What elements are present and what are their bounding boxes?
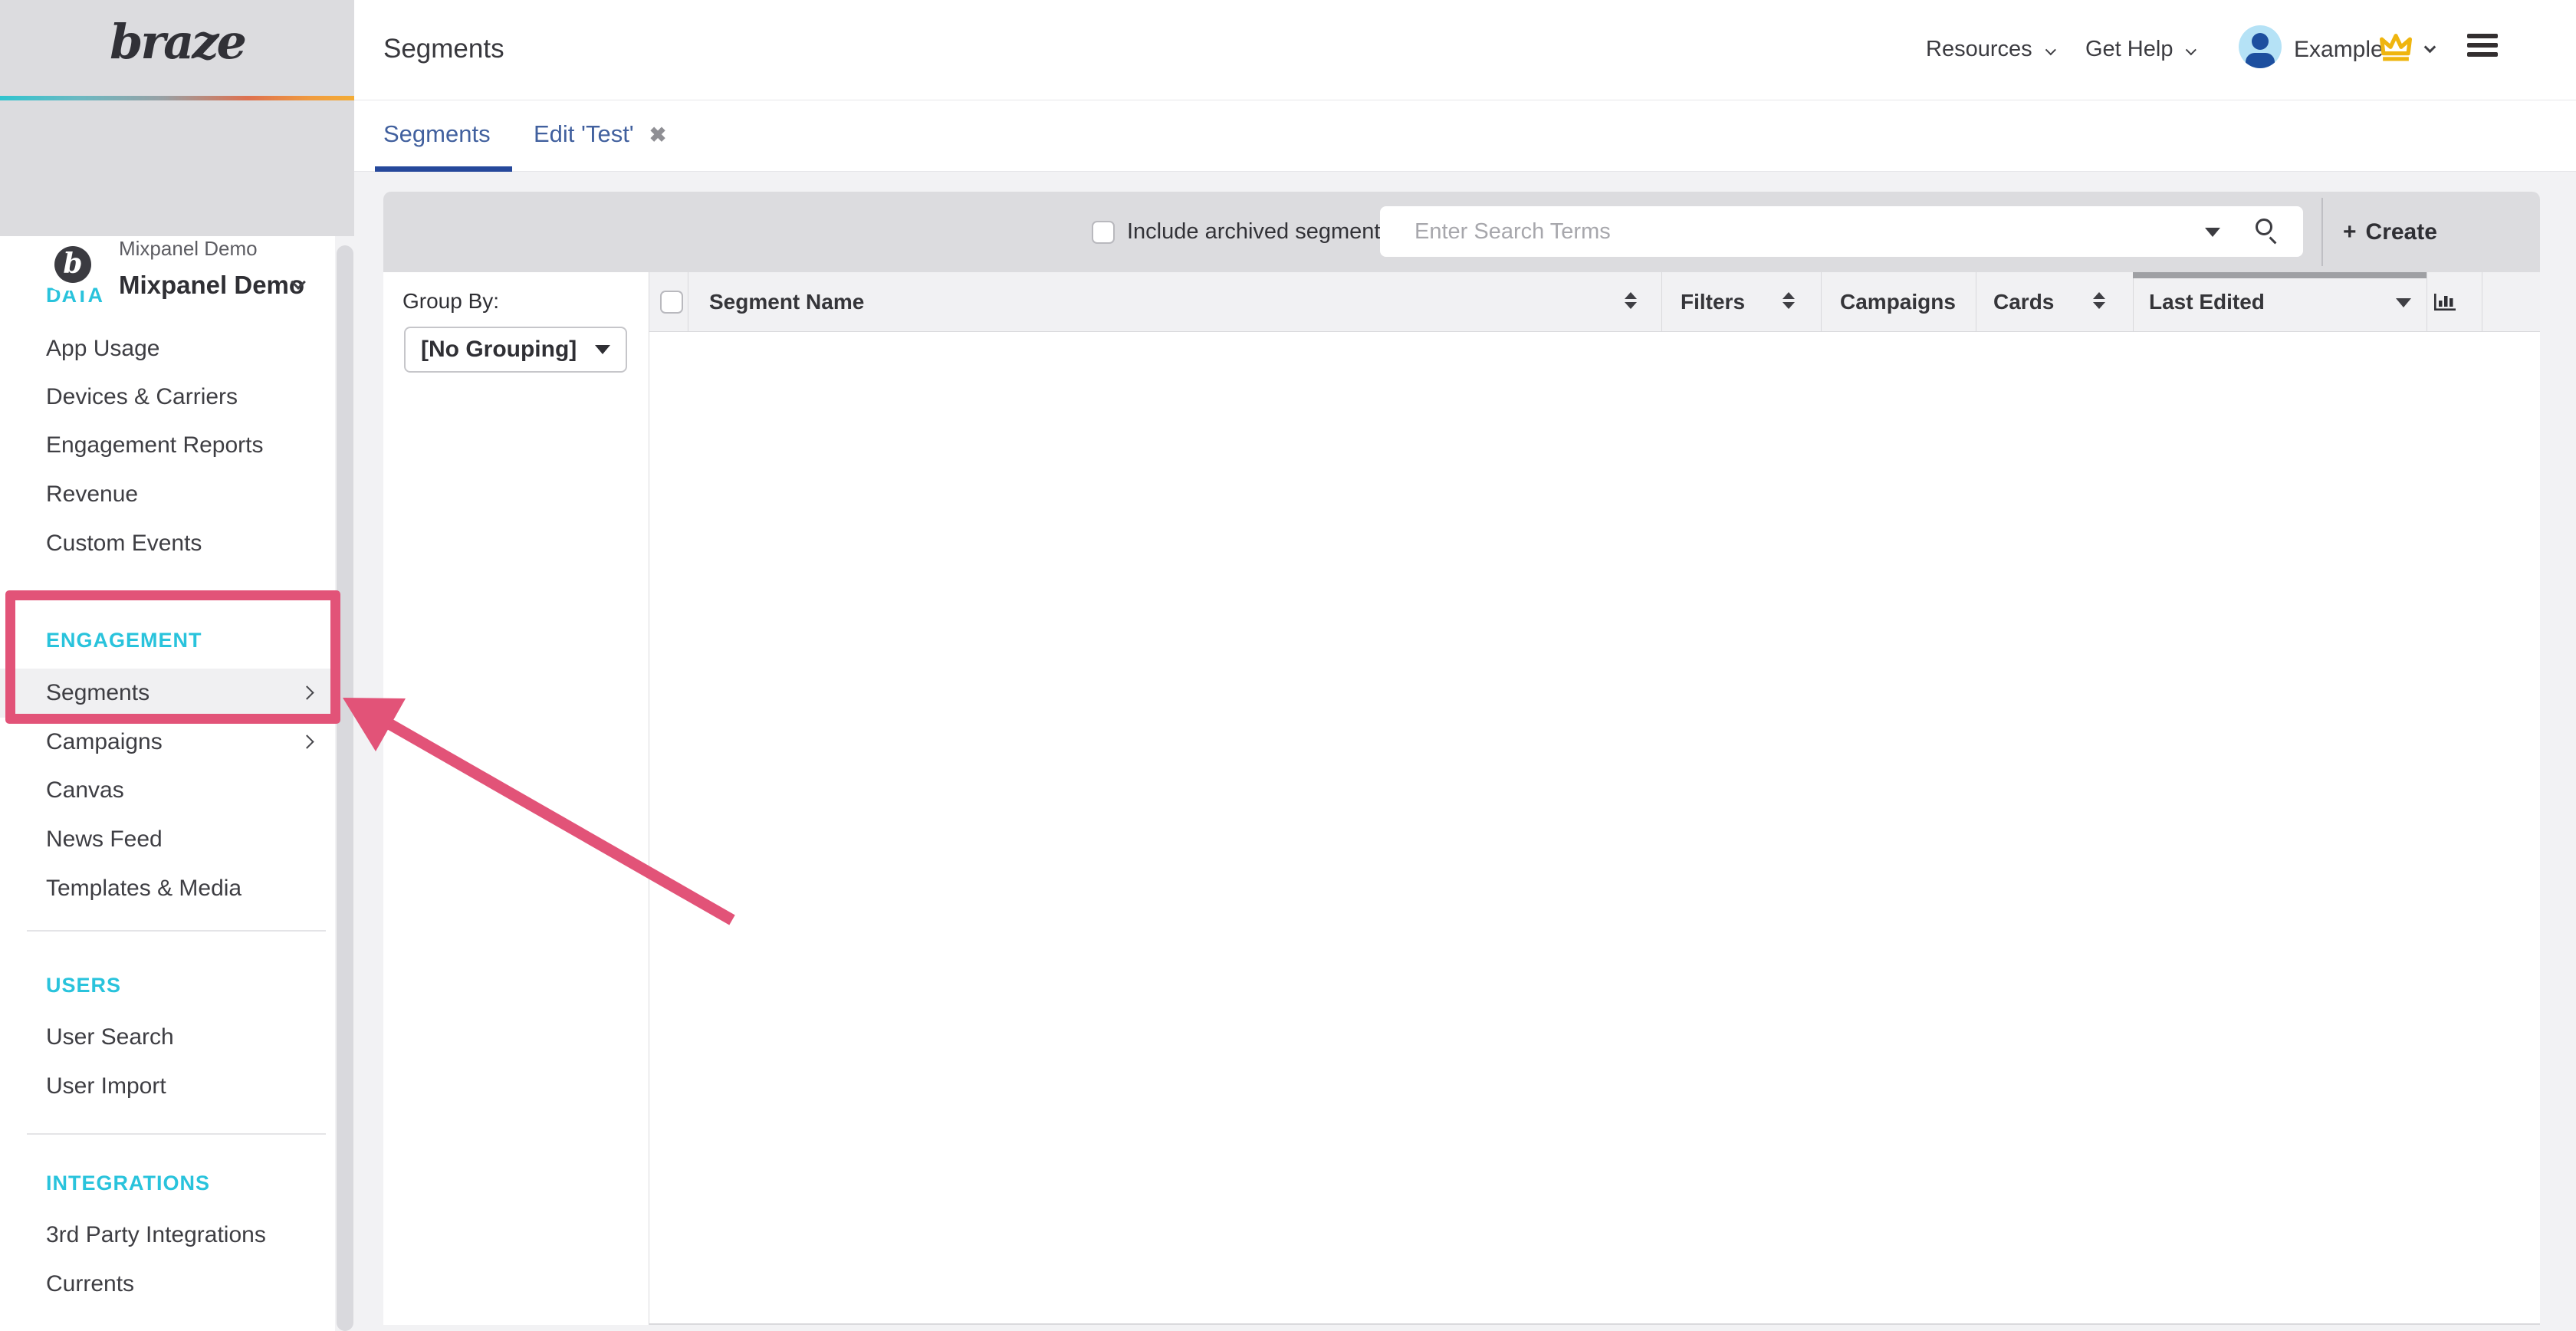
- sidebar-item-user-search[interactable]: User Search: [0, 1013, 335, 1062]
- logo-block: braze: [0, 0, 354, 96]
- crown-icon: [2378, 32, 2413, 63]
- group-by-label: Group By:: [402, 289, 499, 314]
- chevron-right-icon: [300, 735, 314, 748]
- sort-icon[interactable]: [2093, 292, 2105, 309]
- sidebar-item-templates-media[interactable]: Templates & Media: [0, 864, 335, 913]
- sidebar-item-app-usage[interactable]: App Usage: [0, 324, 335, 373]
- sidebar-section-integrations: INTEGRATIONS: [46, 1158, 210, 1208]
- bar-chart-icon[interactable]: [2432, 289, 2458, 315]
- select-all-checkbox[interactable]: [660, 291, 683, 314]
- segments-content-card: Include archived segments +Create Segmen…: [383, 192, 2540, 1325]
- group-by-panel: Group By: [No Grouping]: [383, 272, 649, 1325]
- sidebar-item-currents[interactable]: Currents: [0, 1260, 335, 1309]
- workspace-avatar: b: [48, 238, 98, 291]
- sidebar-item-3rd-party-integrations[interactable]: 3rd Party Integrations: [0, 1211, 335, 1260]
- workspace-name: Mixpanel Demo: [119, 271, 304, 300]
- column-divider: [1821, 272, 1822, 332]
- chevron-down-icon: [2424, 41, 2436, 54]
- sidebar-item-user-import[interactable]: User Import: [0, 1062, 335, 1111]
- avatar-body: [2246, 53, 2275, 68]
- sort-icon[interactable]: [1625, 292, 1637, 309]
- chevron-down-icon: [2045, 44, 2055, 55]
- column-divider: [1661, 272, 1662, 332]
- workspace-switcher[interactable]: b Mixpanel Demo Mixpanel Demo: [0, 100, 354, 236]
- column-segment-name[interactable]: Segment Name: [709, 272, 864, 332]
- resources-menu[interactable]: Resources: [1926, 37, 2052, 62]
- tab-segments[interactable]: Segments: [383, 120, 491, 148]
- search-box: [1380, 206, 2303, 257]
- active-tab-underline: [375, 166, 512, 172]
- include-archived-label: Include archived segments: [1127, 192, 1392, 272]
- top-header: Segments Resources Get Help Example: [354, 0, 2576, 100]
- tab-bar: Segments Edit 'Test'✖: [354, 100, 2576, 172]
- workspace-company-label: Mixpanel Demo: [119, 237, 258, 261]
- sidebar-item-segments[interactable]: Segments: [0, 669, 335, 718]
- sidebar-item-custom-events[interactable]: Custom Events: [0, 519, 335, 568]
- avatar-head: [2252, 33, 2269, 50]
- column-divider: [2133, 272, 2134, 332]
- segments-toolbar: Include archived segments +Create Segmen…: [383, 192, 2540, 272]
- sidebar-item-devices-carriers[interactable]: Devices & Carriers: [0, 373, 335, 422]
- close-icon[interactable]: ✖: [649, 123, 667, 146]
- column-campaigns[interactable]: Campaigns: [1840, 272, 1956, 332]
- get-help-menu[interactable]: Get Help: [2085, 37, 2193, 62]
- tab-edit-test[interactable]: Edit 'Test'✖: [534, 120, 666, 148]
- sidebar-section-engagement: ENGAGEMENT: [46, 616, 202, 665]
- sidebar-divider: [27, 930, 326, 932]
- column-divider: [2426, 272, 2427, 332]
- sidebar-item-news-feed[interactable]: News Feed: [0, 815, 335, 864]
- sidebar-item-canvas[interactable]: Canvas: [0, 766, 335, 815]
- hamburger-menu-icon[interactable]: [2467, 34, 2498, 61]
- search-icon[interactable]: [2256, 219, 2272, 235]
- braze-logo: braze: [0, 14, 354, 70]
- column-cards[interactable]: Cards: [1993, 272, 2054, 332]
- user-name: Example: [2294, 37, 2384, 63]
- search-input[interactable]: [1414, 206, 2204, 257]
- user-avatar[interactable]: [2239, 25, 2282, 68]
- sort-icon[interactable]: [1783, 292, 1795, 309]
- page-title: Segments: [383, 34, 504, 64]
- sidebar-item-engagement-reports[interactable]: Engagement Reports: [0, 421, 335, 470]
- sidebar-item-revenue[interactable]: Revenue: [0, 470, 335, 519]
- sidebar-item-campaigns[interactable]: Campaigns: [0, 718, 335, 767]
- sidebar-scrollbar-thumb[interactable]: [337, 245, 353, 1331]
- toolbar-divider: [2321, 198, 2323, 266]
- chevron-down-icon: [595, 345, 610, 354]
- group-by-dropdown[interactable]: [No Grouping]: [404, 327, 627, 373]
- create-segment-button[interactable]: +Create Segment: [2343, 192, 2540, 272]
- search-dropdown-caret-icon[interactable]: [2205, 228, 2220, 237]
- column-last-edited[interactable]: Last Edited: [2149, 272, 2265, 332]
- column-filters[interactable]: Filters: [1681, 272, 1745, 332]
- plus-icon: +: [2343, 219, 2357, 245]
- sort-desc-icon[interactable]: [2396, 298, 2411, 307]
- include-archived-checkbox[interactable]: [1092, 221, 1115, 244]
- sidebar-divider: [27, 1133, 326, 1135]
- chevron-right-icon: [300, 685, 314, 699]
- chevron-down-icon: [2186, 44, 2196, 55]
- table-header: Segment Name Filters Campaigns Cards Las…: [649, 272, 2540, 332]
- sidebar-section-users: USERS: [46, 961, 121, 1010]
